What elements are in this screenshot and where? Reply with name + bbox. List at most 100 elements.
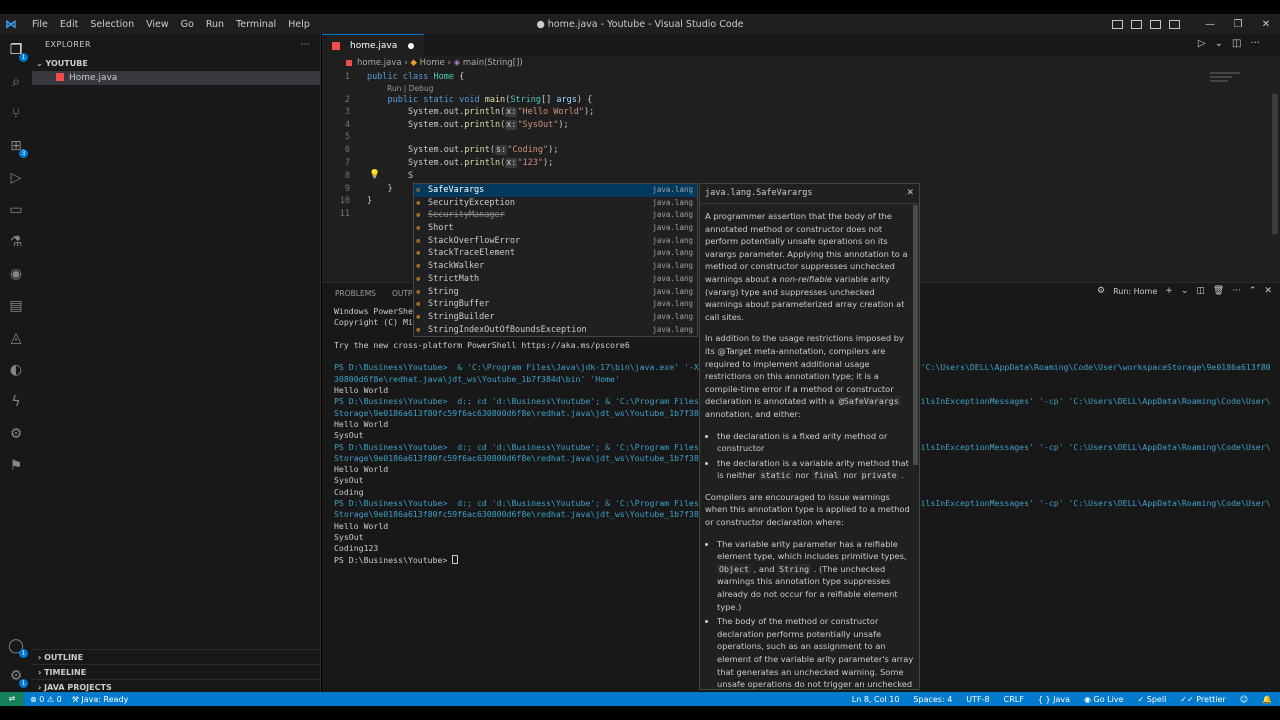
split-editor-icon[interactable]: ◫ — [1232, 38, 1241, 49]
android-icon[interactable]: ⚑ — [6, 456, 26, 476]
lightbulb-icon[interactable]: 💡 — [369, 170, 380, 180]
close-details-icon[interactable]: ✕ — [906, 188, 914, 198]
folder-youtube[interactable]: ⌄ YOUTUBE — [32, 57, 320, 71]
outline-section[interactable]: › OUTLINE — [32, 649, 321, 664]
suggest-item[interactable]: ⊛ StrictMath java.lang — [414, 273, 697, 286]
menu-run[interactable]: Run — [200, 19, 230, 30]
code-line-4: System.out.println(x:"SysOut"); — [367, 119, 569, 130]
gitlens-icon[interactable]: ◐ — [6, 360, 26, 380]
indentation[interactable]: Spaces: 4 — [913, 695, 952, 704]
suggest-item[interactable]: ⊛ StackTraceElement java.lang — [414, 247, 697, 260]
close-panel-icon[interactable]: ✕ — [1264, 286, 1272, 296]
docker-icon[interactable]: ⚙ — [6, 424, 26, 444]
problems-status[interactable]: ⊗ 0 ⚠ 0 — [30, 695, 62, 704]
menu-help[interactable]: Help — [282, 19, 316, 30]
folder-name: YOUTUBE — [45, 59, 88, 68]
cursor-position[interactable]: Ln 8, Col 10 — [852, 695, 900, 704]
prettier-button[interactable]: ✓✓ Prettier — [1180, 695, 1225, 704]
folder-icon[interactable]: ▤ — [6, 296, 26, 316]
menu-selection[interactable]: Selection — [84, 19, 140, 30]
breadcrumb-file[interactable]: home.java — [357, 58, 402, 68]
suggest-item[interactable]: ⊛ StringBuffer java.lang — [414, 298, 697, 311]
suggest-item[interactable]: ⊛ StackWalker java.lang — [414, 260, 697, 273]
suggest-item[interactable]: ⊙ SafeVarargs java.lang — [414, 184, 697, 197]
new-terminal-icon[interactable]: + — [1165, 286, 1173, 296]
github-icon[interactable]: ◉ — [6, 264, 26, 284]
breadcrumb-method[interactable]: main(String[]) — [463, 58, 523, 68]
string-literal: "123" — [517, 158, 544, 168]
language-mode[interactable]: { } Java — [1038, 695, 1070, 704]
menu-edit[interactable]: Edit — [54, 19, 84, 30]
testing-icon[interactable]: ⚗ — [6, 232, 26, 252]
toggle-secondary-sidebar-icon[interactable] — [1150, 19, 1161, 29]
split-terminal-icon[interactable]: ◫ — [1196, 286, 1205, 296]
toggle-sidebar-icon[interactable] — [1112, 19, 1123, 29]
terminal-name[interactable]: Run: Home — [1113, 287, 1157, 296]
editor-more-icon[interactable]: ··· — [1250, 38, 1260, 49]
accounts-icon[interactable]: ◯ 1 — [6, 636, 28, 658]
class-icon: ◆ — [410, 58, 417, 68]
run-dropdown-icon[interactable]: ⌄ — [1215, 38, 1223, 49]
more-actions-icon[interactable]: ··· — [301, 34, 310, 56]
timeline-section[interactable]: › TIMELINE — [32, 664, 321, 679]
doc-code: String — [777, 563, 812, 574]
suggest-item[interactable]: ⊛ SecurityManager java.lang — [414, 209, 697, 222]
menu-file[interactable]: File — [26, 19, 54, 30]
close-icon[interactable]: ✕ — [1252, 19, 1280, 30]
breadcrumb-class[interactable]: Home — [420, 58, 445, 68]
tab-home-java[interactable]: home.java — [322, 34, 425, 56]
run-debug-icon[interactable]: ▷ — [6, 168, 26, 188]
source-control-icon[interactable]: ⑂ — [6, 104, 26, 124]
extensions-icon[interactable]: ⊞ 3 — [6, 136, 28, 158]
java-status[interactable]: ⚒ Java: Ready — [72, 695, 129, 704]
file-home-java[interactable]: Home.java — [32, 71, 320, 85]
tab-problems[interactable]: PROBLEMS — [335, 289, 376, 298]
feedback-icon[interactable]: ☺ — [1240, 695, 1248, 704]
editor-scrollbar[interactable] — [1272, 94, 1278, 234]
suggest-item[interactable]: ⊛ Short java.lang — [414, 222, 697, 235]
kill-terminal-icon[interactable]: 🗑 — [1213, 286, 1224, 296]
minimize-icon[interactable]: — — [1196, 19, 1224, 30]
notifications-icon[interactable]: 🔔 — [1262, 695, 1272, 704]
line-ending[interactable]: CRLF — [1004, 695, 1024, 704]
codelens-run-debug[interactable]: Run | Debug — [387, 84, 433, 93]
remote-explorer-icon[interactable]: ▭ — [6, 200, 26, 220]
panel-more-icon[interactable]: ··· — [1232, 286, 1241, 296]
doc-code: Object — [717, 563, 751, 574]
run-icon[interactable]: ▷ — [1198, 38, 1206, 49]
explorer-icon[interactable]: ❐ 1 — [6, 40, 28, 62]
lightning-icon[interactable]: ϟ — [6, 392, 26, 412]
terminal-dropdown-icon[interactable]: ⌄ — [1181, 286, 1189, 296]
encoding[interactable]: UTF-8 — [966, 695, 989, 704]
suggest-item[interactable]: ⊛ String java.lang — [414, 286, 697, 299]
suggest-item-label: SecurityManager — [428, 210, 505, 221]
remote-indicator-icon[interactable]: ⇌ — [0, 692, 24, 706]
maximize-panel-icon[interactable]: ⌃ — [1249, 286, 1257, 296]
menu-terminal[interactable]: Terminal — [230, 19, 282, 30]
suggest-item-label: Short — [428, 223, 454, 234]
toggle-panel-icon[interactable] — [1131, 19, 1142, 29]
menu-go[interactable]: Go — [175, 19, 200, 30]
suggest-item[interactable]: ⊛ StringIndexOutOfBoundsException java.lan… — [414, 324, 697, 337]
method-name: print — [464, 145, 490, 155]
suggest-item[interactable]: ⊛ SecurityException java.lang — [414, 197, 697, 210]
type-name: String — [510, 94, 542, 105]
status-bar: ⇌ ⊗ 0 ⚠ 0 ⚒ Java: Ready Ln 8, Col 10 Spa… — [0, 692, 1280, 706]
go-live-button[interactable]: ◉ Go Live — [1084, 695, 1124, 704]
doc-list-item: the declaration is a variable arity meth… — [717, 457, 914, 482]
suggest-item[interactable]: ⊛ StringBuilder java.lang — [414, 311, 697, 324]
cat-icon[interactable]: ◬ — [6, 328, 26, 348]
search-icon[interactable]: ⌕ — [6, 72, 26, 92]
spell-button[interactable]: ✓ Spell — [1138, 695, 1167, 704]
minimap-preview[interactable] — [1210, 72, 1240, 82]
suggest-item-source: java.lang — [652, 248, 693, 258]
restore-icon[interactable]: ❐ — [1224, 19, 1252, 30]
doc-list-item: The body of the method or constructor de… — [717, 615, 914, 689]
customize-layout-icon[interactable] — [1169, 19, 1180, 29]
unsaved-dot-icon[interactable] — [408, 42, 415, 49]
menu-view[interactable]: View — [140, 19, 175, 30]
suggest-item[interactable]: ⊛ StackOverflowError java.lang — [414, 235, 697, 248]
class-icon: ⊛ — [416, 274, 421, 283]
details-scrollbar[interactable] — [913, 205, 918, 465]
settings-gear-icon[interactable]: ⚙ 1 — [6, 666, 28, 688]
